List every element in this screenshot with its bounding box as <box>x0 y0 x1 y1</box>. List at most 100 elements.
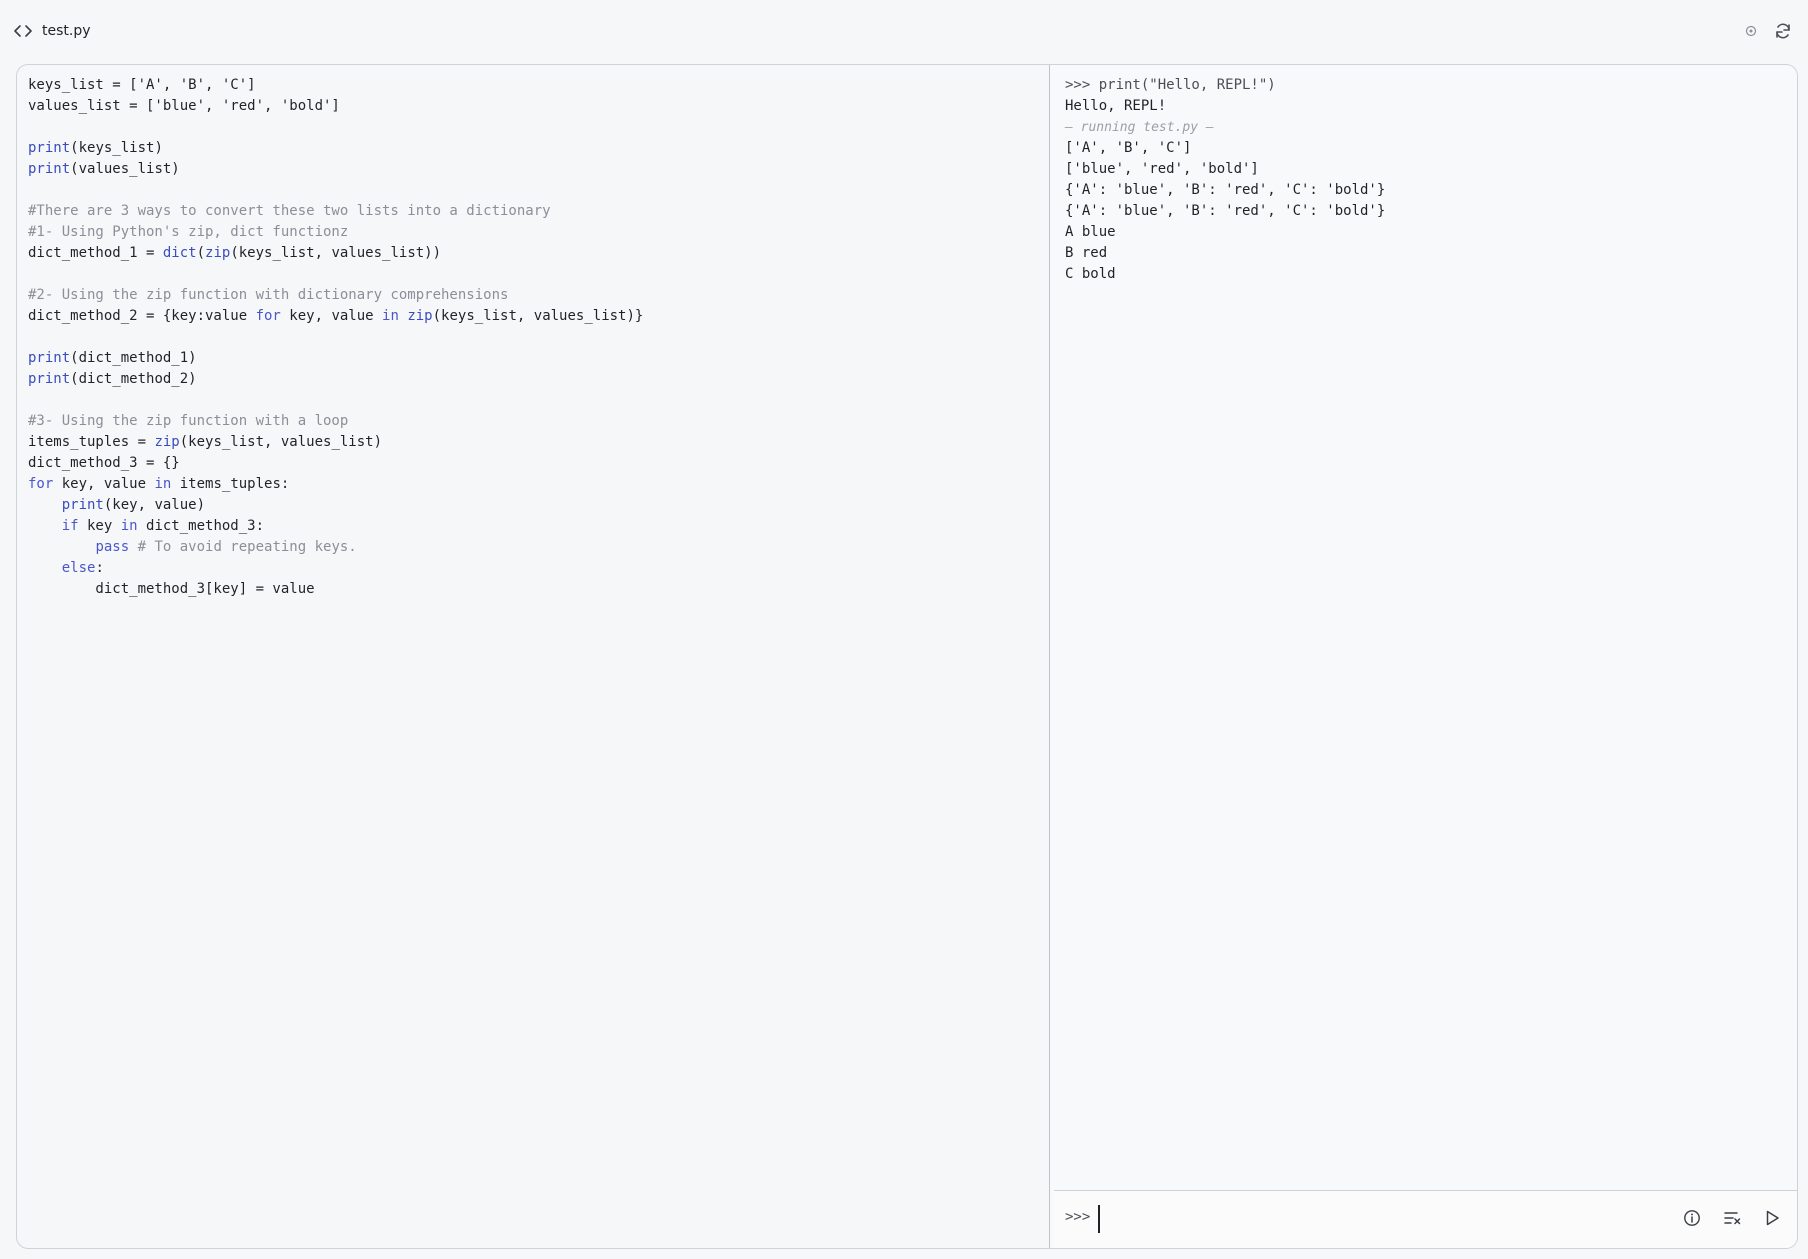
code-content[interactable]: keys_list = ['A', 'B', 'C'] values_list =… <box>28 75 643 600</box>
code-icon <box>14 21 34 41</box>
code-token: (dict_method_2) <box>70 371 197 387</box>
code-line[interactable]: pass # To avoid repeating keys. <box>28 537 643 558</box>
code-token: (values_list) <box>70 161 180 177</box>
code-line[interactable] <box>28 390 643 411</box>
repl-input[interactable] <box>1098 1205 1666 1233</box>
code-token: dict <box>162 245 197 261</box>
code-token: dict_method_3 = {} <box>28 455 180 471</box>
code-token: #1- Using Python's zip, dict functionz <box>28 224 349 240</box>
code-token: (dict_method_1) <box>70 350 197 366</box>
code-token: print <box>61 497 104 513</box>
code-token: (key, value) <box>103 497 206 513</box>
code-editor[interactable]: keys_list = ['A', 'B', 'C'] values_list =… <box>17 65 1050 1248</box>
repl-output-line: C bold <box>1065 266 1116 282</box>
code-token: (keys_list, values_list) <box>179 434 383 450</box>
code-token: keys_list = ['A', 'B', 'C'] <box>28 77 256 93</box>
repl-output-line: B red <box>1065 245 1108 261</box>
code-token: in <box>154 476 172 492</box>
repl-input-bar: >>> <box>1054 1190 1797 1248</box>
repl-output-line: >>> print("Hello, REPL!") <box>1065 77 1276 93</box>
repl-output-line: A blue <box>1065 224 1116 240</box>
code-token: dict_method_1 = <box>28 245 163 261</box>
code-line[interactable]: #3- Using the zip function with a loop <box>28 411 643 432</box>
code-token: if <box>61 518 79 534</box>
code-line[interactable]: dict_method_3[key] = value <box>28 579 643 600</box>
code-line[interactable] <box>28 117 643 138</box>
code-line[interactable]: #1- Using Python's zip, dict functionz <box>28 222 643 243</box>
code-line[interactable]: items_tuples = zip(keys_list, values_lis… <box>28 432 643 453</box>
top-bar: test.py <box>0 0 1808 64</box>
code-line[interactable] <box>28 264 643 285</box>
code-line[interactable]: #There are 3 ways to convert these two l… <box>28 201 643 222</box>
code-line[interactable]: print(values_list) <box>28 159 643 180</box>
code-token: values_list = ['blue', 'red', 'bold'] <box>28 98 340 114</box>
code-token: (keys_list, values_list)} <box>432 308 644 324</box>
code-token: print <box>28 140 71 156</box>
code-token: zip <box>154 434 180 450</box>
code-token: ( <box>196 245 206 261</box>
repl-output-line: {'A': 'blue', 'B': 'red', 'C': 'bold'} <box>1065 203 1386 219</box>
code-token: in <box>382 308 399 324</box>
run-icon[interactable] <box>1761 1207 1783 1229</box>
code-line[interactable]: keys_list = ['A', 'B', 'C'] <box>28 75 643 96</box>
code-token: (keys_list) <box>70 140 163 156</box>
repl-prompt: >>> <box>1065 1209 1091 1225</box>
repl-actions <box>1681 1207 1783 1229</box>
code-line[interactable]: #2- Using the zip function with dictiona… <box>28 285 643 306</box>
code-line[interactable]: print(key, value) <box>28 495 643 516</box>
repl-output: >>> print("Hello, REPL!") Hello, REPL! — r… <box>1065 75 1385 285</box>
code-token: : <box>95 560 104 576</box>
code-token: items_tuples: <box>171 476 290 492</box>
code-line[interactable]: else: <box>28 558 643 579</box>
code-token: for <box>28 476 54 492</box>
code-token: dict_method_2 = {key:value <box>28 308 256 324</box>
code-token: items_tuples = <box>28 434 155 450</box>
code-token: dict_method_3[key] = value <box>28 581 315 597</box>
code-token: print <box>28 161 71 177</box>
code-token: pass <box>95 539 130 555</box>
repl-panel: >>> print("Hello, REPL!") Hello, REPL! — r… <box>1050 65 1797 1248</box>
code-line[interactable]: print(dict_method_1) <box>28 348 643 369</box>
repl-output-line: ['A', 'B', 'C'] <box>1065 140 1192 156</box>
refresh-icon[interactable] <box>1772 20 1794 42</box>
repl-output-line: — running test.py — <box>1065 120 1214 135</box>
code-token: zip <box>205 245 231 261</box>
top-actions <box>1740 20 1794 42</box>
file-tab[interactable]: test.py <box>14 21 91 41</box>
code-token: key, value <box>280 308 383 324</box>
code-token: dict_method_3: <box>137 518 265 534</box>
circle-dot-icon[interactable] <box>1740 20 1762 42</box>
workspace: keys_list = ['A', 'B', 'C'] values_list =… <box>16 64 1798 1249</box>
code-line[interactable]: print(dict_method_2) <box>28 369 643 390</box>
code-token: print <box>28 350 71 366</box>
code-token: in <box>120 518 138 534</box>
code-line[interactable]: if key in dict_method_3: <box>28 516 643 537</box>
clear-output-icon[interactable] <box>1721 1207 1743 1229</box>
code-token: #2- Using the zip function with dictiona… <box>28 287 509 303</box>
code-line[interactable]: print(keys_list) <box>28 138 643 159</box>
code-token: #3- Using the zip function with a loop <box>28 413 349 429</box>
code-line[interactable]: values_list = ['blue', 'red', 'bold'] <box>28 96 643 117</box>
code-line[interactable] <box>28 327 643 348</box>
code-line[interactable]: dict_method_3 = {} <box>28 453 643 474</box>
code-token: # To avoid repeating keys. <box>137 539 357 555</box>
code-token: key <box>78 518 121 534</box>
code-token: #There are 3 ways to convert these two l… <box>28 203 551 219</box>
code-token: (keys_list, values_list)) <box>230 245 442 261</box>
code-token: print <box>28 371 71 387</box>
code-line[interactable]: for key, value in items_tuples: <box>28 474 643 495</box>
code-token: for <box>255 308 281 324</box>
repl-output-line: Hello, REPL! <box>1065 98 1167 114</box>
repl-output-line: {'A': 'blue', 'B': 'red', 'C': 'bold'} <box>1065 182 1386 198</box>
code-token: zip <box>407 308 433 324</box>
info-icon[interactable] <box>1681 1207 1703 1229</box>
repl-output-line: ['blue', 'red', 'bold'] <box>1065 161 1259 177</box>
code-line[interactable]: dict_method_2 = {key:value for key, valu… <box>28 306 643 327</box>
code-line[interactable]: dict_method_1 = dict(zip(keys_list, valu… <box>28 243 643 264</box>
code-line[interactable] <box>28 180 643 201</box>
code-token: else <box>61 560 96 576</box>
